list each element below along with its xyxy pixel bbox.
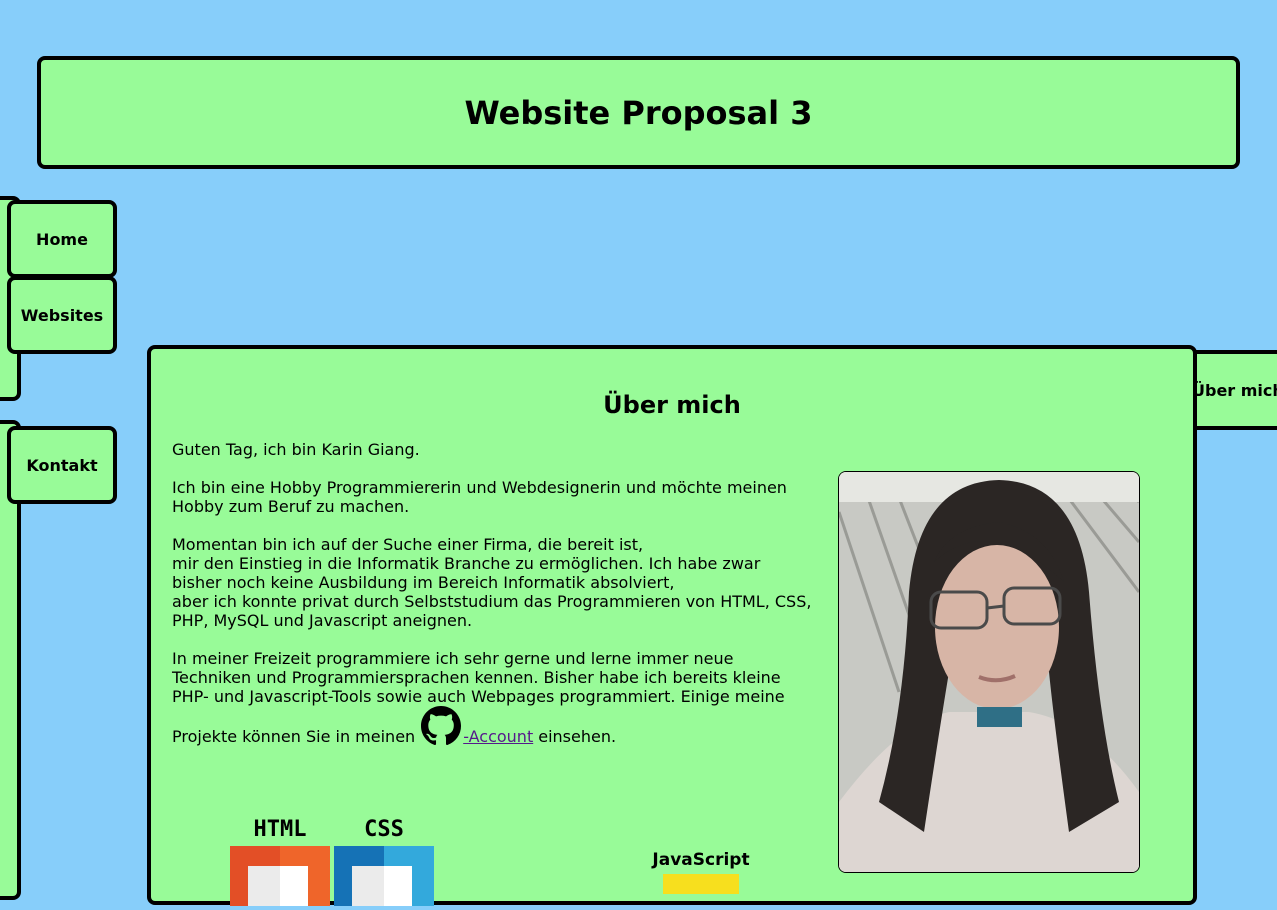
nav-websites-label: Websites xyxy=(20,305,104,325)
github-account-link[interactable]: -Account xyxy=(463,727,533,746)
projects-prefix: Projekte können Sie in meinen xyxy=(172,727,416,746)
nav-websites-button[interactable]: Websites xyxy=(7,276,117,354)
intro-paragraph: Ich bin eine Hobby Programmiererin und W… xyxy=(172,478,787,516)
about-text: Guten Tag, ich bin Karin Giang. Ich bin … xyxy=(172,440,812,746)
css-logo: CSS xyxy=(334,817,434,907)
css3-shield-icon xyxy=(334,846,434,906)
greeting-text: Guten Tag, ich bin Karin Giang. xyxy=(172,440,420,459)
projects-suffix: einsehen. xyxy=(538,727,617,746)
html-logo-label: HTML xyxy=(253,817,307,842)
section-heading: Über mich xyxy=(603,391,741,419)
nav-home-button[interactable]: Home xyxy=(7,200,117,278)
site-header: Website Proposal 3 xyxy=(37,56,1240,169)
javascript-badge-icon xyxy=(663,874,739,894)
profile-photo xyxy=(838,471,1140,873)
nav-home-label: Home xyxy=(36,229,88,249)
html-logo: HTML xyxy=(230,817,330,907)
job-search-line-3: aber ich konnte privat durch Selbststudi… xyxy=(172,592,812,630)
nav-ueber-mich-label: Über mich xyxy=(1192,380,1277,400)
css-logo-label: CSS xyxy=(364,817,404,842)
nav-kontakt-button[interactable]: Kontakt xyxy=(7,426,117,504)
javascript-logo: JavaScript xyxy=(641,850,761,910)
hobby-paragraph: In meiner Freizeit programmiere ich sehr… xyxy=(172,649,785,706)
projects-line: Projekte können Sie in meinen -Account e… xyxy=(172,706,812,746)
github-icon[interactable] xyxy=(421,706,462,746)
job-search-line-1: Momentan bin ich auf der Suche einer Fir… xyxy=(172,535,644,554)
javascript-logo-label: JavaScript xyxy=(652,850,750,870)
page-title: Website Proposal 3 xyxy=(464,93,813,132)
job-search-line-2: mir den Einstieg in die Informatik Branc… xyxy=(172,554,761,592)
html5-shield-icon xyxy=(230,846,330,906)
profile-photo-illustration xyxy=(839,472,1139,872)
job-search-paragraph: Momentan bin ich auf der Suche einer Fir… xyxy=(172,535,812,630)
nav-kontakt-label: Kontakt xyxy=(26,455,98,475)
main-content-panel: Über mich Guten Tag, ich bin Karin Giang… xyxy=(147,345,1197,907)
